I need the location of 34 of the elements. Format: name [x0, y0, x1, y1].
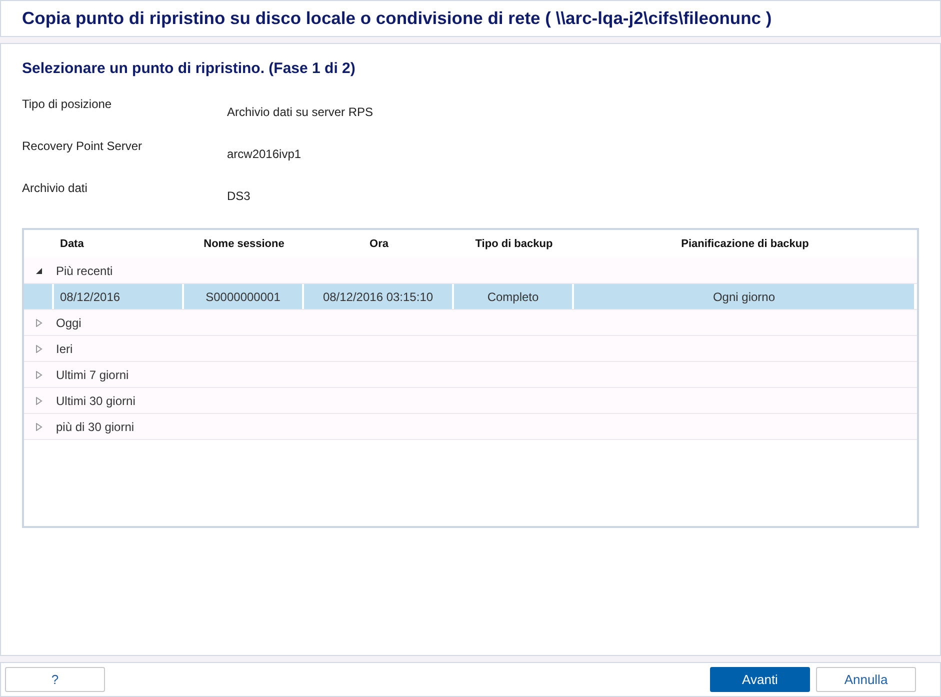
table-cell: 08/12/2016 [54, 284, 182, 309]
column-header[interactable]: Pianificazione di backup [574, 238, 916, 250]
expand-triangle-icon[interactable] [35, 318, 43, 326]
table-cell: 08/12/2016 03:15:10 [304, 284, 452, 309]
group-row[interactable]: Oggi [24, 310, 917, 336]
column-header[interactable]: Nome sessione [184, 238, 304, 250]
expand-triangle-icon[interactable] [35, 344, 43, 352]
next-button[interactable]: Avanti [710, 667, 810, 692]
group-row[interactable]: Ieri [24, 336, 917, 362]
field-label: Tipo di posizione [22, 97, 113, 113]
collapse-triangle-icon[interactable] [35, 266, 43, 274]
table-cell: Ogni giorno [574, 284, 914, 309]
group-row[interactable]: Ultimi 30 giorni [24, 388, 917, 414]
help-button[interactable]: ? [5, 667, 105, 692]
cancel-button[interactable]: Annulla [816, 667, 916, 692]
step-title: Selezionare un punto di ripristino. (Fase 1 di 2) [22, 60, 356, 77]
expand-triangle-icon[interactable] [35, 422, 43, 430]
field-label: Recovery Point Server [22, 139, 144, 155]
group-row[interactable]: più di 30 giorni [24, 414, 917, 440]
field-value: arcw2016ivp1 [227, 147, 302, 163]
column-header[interactable]: Tipo di backup [454, 238, 574, 250]
column-header[interactable]: Ora [304, 238, 454, 250]
table-row[interactable]: 08/12/2016 S0000000001 08/12/2016 03:15:10 Completo Ogni giorno [24, 284, 917, 310]
table-cell: Completo [454, 284, 572, 309]
column-header[interactable]: Data [54, 238, 184, 250]
group-row[interactable]: Ultimi 7 giorni [24, 362, 917, 388]
group-row[interactable]: Più recenti [24, 258, 917, 284]
field-label: Archivio dati [22, 181, 88, 197]
window-title: Copia punto di ripristino su disco locale o condivisione di rete ( \\arc-lqa-j2\cifs\fileonunc ) [22, 8, 772, 29]
expand-triangle-icon[interactable] [35, 370, 43, 378]
table-cell: S0000000001 [184, 284, 302, 309]
field-value: DS3 [227, 189, 250, 205]
field-value: Archivio dati su server RPS [227, 105, 374, 121]
expand-triangle-icon[interactable] [35, 396, 43, 404]
